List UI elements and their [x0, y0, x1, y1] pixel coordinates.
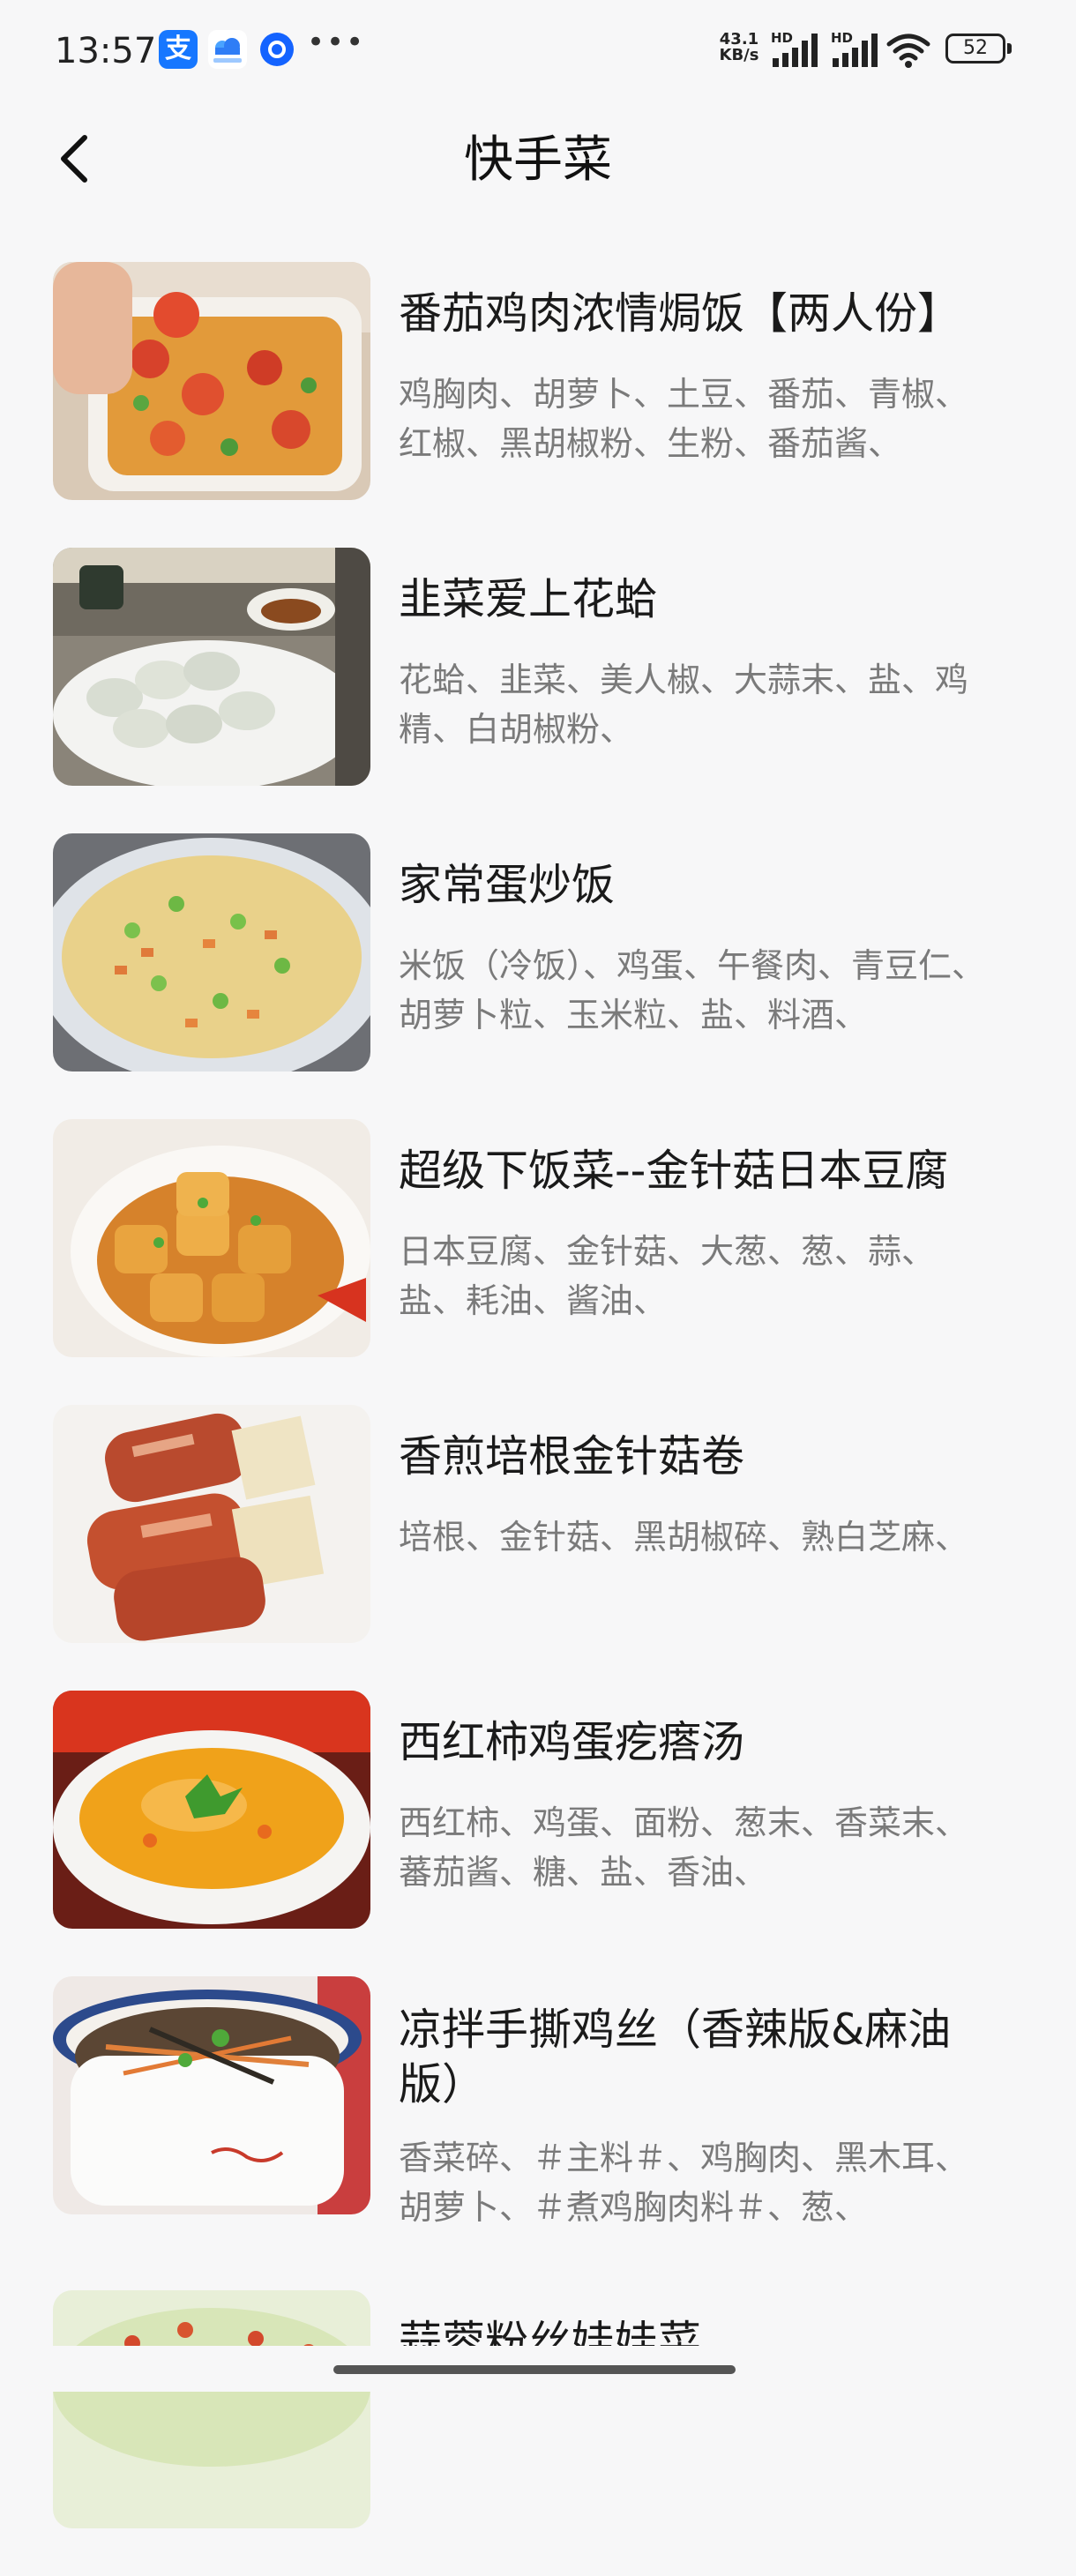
cloud-app-icon: [208, 30, 247, 69]
signal-hd-label: HD: [771, 30, 793, 46]
recipe-ingredients: 鸡胸肉、胡萝卜、土豆、番茄、青椒、红椒、黑胡椒粉、生粉、番茄酱、: [399, 375, 969, 463]
recipe-thumbnail: [53, 2290, 370, 2528]
recipe-title: 番茄鸡肉浓情焗饭【两人份】: [399, 288, 961, 339]
recipe-item[interactable]: 番茄鸡肉浓情焗饭【两人份】 鸡胸肉、胡萝卜、土豆、番茄、青椒、红椒、黑胡椒粉、生…: [0, 262, 1076, 548]
recipe-ingredients: 米饭（冷饭）、鸡蛋、午餐肉、青豆仁、胡萝卜粒、玉米粒、盐、料酒、: [399, 946, 986, 1034]
alipay-app-icon: 支: [159, 30, 198, 69]
recipe-thumbnail: [53, 1976, 370, 2214]
top-app-bar: 快手菜: [0, 97, 1076, 229]
wifi-icon: [885, 30, 931, 72]
recipe-title: 香煎培根金针菇卷: [399, 1431, 745, 1482]
status-time: 13:57: [55, 31, 157, 71]
recipe-thumbnail: [53, 1691, 370, 1929]
recipe-item[interactable]: 凉拌手撕鸡丝（香辣版&麻油版） 香菜碎、＃主料＃、鸡胸肉、黑木耳、胡萝卜、＃煮鸡…: [0, 1976, 1076, 2262]
status-bar: 13:57 支 ••• 43.1 KB/s HD HD 52: [0, 0, 1076, 97]
recipe-item[interactable]: 韭菜爱上花蛤 花蛤、韭菜、美人椒、大蒜末、盐、鸡精、白胡椒粉、: [0, 548, 1076, 833]
recipe-thumbnail: [53, 1119, 370, 1357]
recipe-list: 番茄鸡肉浓情焗饭【两人份】 鸡胸肉、胡萝卜、土豆、番茄、青椒、红椒、黑胡椒粉、生…: [0, 262, 1076, 2576]
battery-icon: 52: [945, 34, 1012, 63]
page-title: 快手菜: [464, 131, 612, 189]
recipe-ingredients: 培根、金针菇、黑胡椒碎、熟白芝麻、: [399, 1518, 969, 1557]
recipe-ingredients: 香菜碎、＃主料＃、鸡胸肉、黑木耳、胡萝卜、＃煮鸡胸肉料＃、葱、: [399, 2139, 969, 2227]
recipe-title: 韭菜爱上花蛤: [399, 574, 659, 624]
recipe-ingredients: 西红柿、鸡蛋、面粉、葱末、香菜末、蕃茄酱、糖、盐、香油、: [399, 1803, 969, 1892]
recipe-item[interactable]: 超级下饭菜--金针菇日本豆腐 日本豆腐、金针菇、大葱、葱、蒜、盐、耗油、酱油、: [0, 1119, 1076, 1405]
recipe-thumbnail: [53, 262, 370, 500]
recipe-title: 凉拌手撕鸡丝（香辣版&麻油版）: [399, 2005, 952, 2109]
recipe-item[interactable]: 蒜蓉粉丝娃娃菜: [0, 2290, 1076, 2576]
recipe-ingredients: 日本豆腐、金针菇、大葱、葱、蒜、盐、耗油、酱油、: [399, 1232, 936, 1320]
recipe-thumbnail: [53, 833, 370, 1071]
home-indicator[interactable]: [333, 2365, 736, 2374]
signal-strength-icon: HD: [769, 30, 822, 72]
signal-hd-label-2: HD: [831, 30, 853, 46]
recipe-title: 超级下饭菜--金针菇日本豆腐: [399, 1146, 949, 1196]
recipe-thumbnail: [53, 1405, 370, 1643]
more-notifications-icon: •••: [307, 25, 366, 60]
recipe-title: 家常蛋炒饭: [399, 860, 616, 910]
recipe-ingredients: 花蛤、韭菜、美人椒、大蒜末、盐、鸡精、白胡椒粉、: [399, 661, 969, 749]
recipe-item[interactable]: 香煎培根金针菇卷 培根、金针菇、黑胡椒碎、熟白芝麻、: [0, 1405, 1076, 1691]
recipe-item[interactable]: 家常蛋炒饭 米饭（冷饭）、鸡蛋、午餐肉、青豆仁、胡萝卜粒、玉米粒、盐、料酒、: [0, 833, 1076, 1119]
signal-strength-icon-2: HD: [829, 30, 882, 72]
blue-circle-app-icon: [258, 30, 296, 69]
recipe-thumbnail: [53, 548, 370, 786]
recipe-item[interactable]: 西红柿鸡蛋疙瘩汤 西红柿、鸡蛋、面粉、葱末、香菜末、蕃茄酱、糖、盐、香油、: [0, 1691, 1076, 1976]
recipe-title: 西红柿鸡蛋疙瘩汤: [399, 1717, 745, 1767]
network-speed: 43.1 KB/s: [719, 30, 759, 64]
